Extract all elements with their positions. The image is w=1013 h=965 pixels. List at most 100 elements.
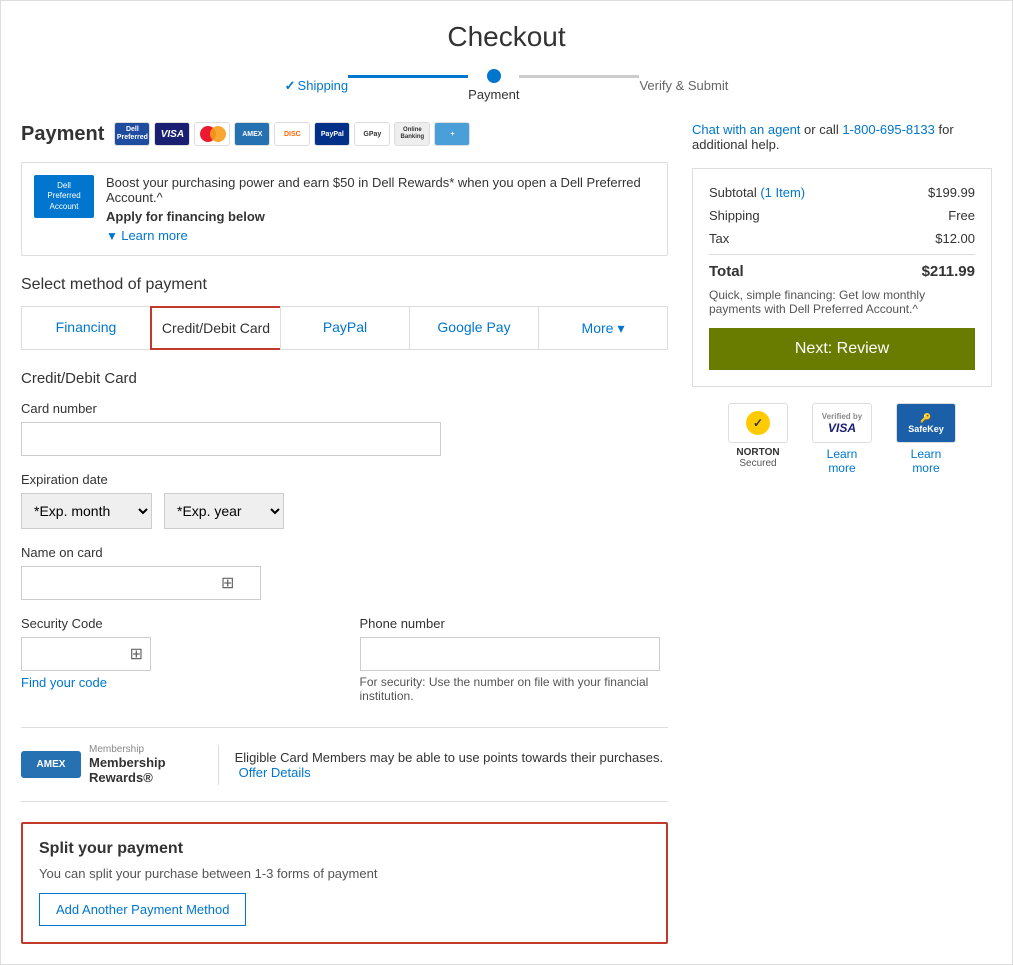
total-label: Total (709, 263, 744, 280)
split-payment-description: You can split your purchase between 1-3 … (39, 866, 650, 881)
step-shipping-label: Shipping (298, 78, 349, 93)
card-number-input[interactable] (21, 422, 441, 456)
safekey-icon: 🔑 SafeKey (896, 403, 956, 443)
tax-label: Tax (709, 231, 729, 246)
split-payment-title: Split your payment (39, 840, 650, 858)
tab-paypal[interactable]: PayPal (280, 306, 409, 350)
dell-card-icon: DellPreferred (114, 122, 150, 146)
shipping-check-icon: ✓ (285, 78, 296, 94)
tab-credit-label: Credit/Debit Card (162, 320, 270, 336)
exp-month-select[interactable]: *Exp. month (21, 493, 152, 529)
norton-label: NORTON (736, 447, 779, 458)
shipping-label: Shipping (709, 208, 760, 223)
dell-learn-more-link[interactable]: Learn more (121, 228, 187, 243)
step-verify: Verify & Submit (639, 78, 728, 93)
visa-badge: Verified by VISA Learnmore (812, 403, 872, 475)
amex-card-icon: AMEX (234, 122, 270, 146)
mc-card-icon (194, 122, 230, 146)
left-column: Payment DellPreferred VISA AMEX DISC Pay… (21, 122, 668, 944)
split-payment-section: Split your payment You can split your pu… (21, 822, 668, 944)
chevron-down-icon: ▾ (617, 320, 624, 337)
dell-promo-main-text: Boost your purchasing power and earn $50… (106, 175, 655, 205)
select-payment-title: Select method of payment (21, 276, 668, 294)
tab-more-label: More (582, 320, 614, 336)
tab-credit-debit[interactable]: Credit/Debit Card (150, 306, 280, 350)
checkout-steps: ✓ Shipping Payment Verify & Submit (21, 69, 992, 102)
trust-badges: ✓ NORTON Secured Verified by VISA Learnm… (692, 403, 992, 475)
form-section-label: Credit/Debit Card (21, 370, 668, 387)
dell-apply-text: Apply for financing below (106, 209, 265, 224)
name-on-card-group: Name on card ⊞ (21, 545, 668, 600)
visa-verified-icon: Verified by VISA (812, 403, 872, 443)
step-verify-label: Verify & Submit (639, 78, 728, 93)
more-cards-icon: + (434, 122, 470, 146)
step-connector-2 (519, 75, 639, 78)
date-row: *Exp. month *Exp. year (21, 493, 668, 529)
find-code-link[interactable]: Find your code (21, 675, 330, 690)
amex-logo: AMEX (21, 751, 81, 778)
name-on-card-label: Name on card (21, 545, 668, 560)
add-payment-method-button[interactable]: Add Another Payment Method (39, 893, 246, 926)
step-payment: Payment (468, 69, 519, 102)
dell-learn-more-toggle: ▼ (106, 229, 121, 243)
tab-more[interactable]: More ▾ (538, 306, 668, 350)
card-number-label: Card number (21, 401, 668, 416)
amex-membership-logo: AMEX Membership Membership Rewards® (21, 744, 202, 785)
next-review-button[interactable]: Next: Review (709, 328, 975, 370)
credit-debit-form: Credit/Debit Card Card number Expiration… (21, 370, 668, 703)
accepted-cards-icons: DellPreferred VISA AMEX DISC PayPal GPay… (114, 122, 470, 146)
step-connector-1 (348, 75, 468, 78)
safekey-learn-more-link[interactable]: Learnmore (911, 447, 942, 475)
chat-agent-link[interactable]: Chat with an agent (692, 122, 800, 137)
support-text: Chat with an agent or call 1-800-695-813… (692, 122, 992, 152)
visa-learn-more-link[interactable]: Learnmore (827, 447, 858, 475)
paypal-card-icon: PayPal (314, 122, 350, 146)
payment-section-title: Payment (21, 123, 104, 146)
phone-note: For security: Use the number on file wit… (360, 675, 669, 703)
gpay-card-icon: GPay (354, 122, 390, 146)
membership-rewards-label: Membership Rewards® (89, 755, 202, 785)
security-label: Security Code (21, 616, 330, 631)
payment-dot (487, 69, 501, 83)
tab-googlepay-label: Google Pay (437, 319, 510, 335)
visa-card-icon: VISA (154, 122, 190, 146)
dell-promo-text: Boost your purchasing power and earn $50… (106, 175, 655, 243)
tab-financing[interactable]: Financing (21, 306, 150, 350)
online-banking-icon: Online Banking (394, 122, 430, 146)
step-shipping: ✓ Shipping (285, 78, 349, 94)
items-link[interactable]: (1 Item) (760, 185, 805, 200)
norton-badge: ✓ NORTON Secured (728, 403, 788, 469)
phone-label: Phone number (360, 616, 669, 631)
order-summary: Subtotal (1 Item) $199.99 Shipping Free … (692, 168, 992, 387)
expiration-group: Expiration date *Exp. month *Exp. year (21, 472, 668, 529)
security-phone-row: Security Code ⊞ Find your code Phone num… (21, 616, 668, 703)
offer-details-link[interactable]: Offer Details (239, 765, 311, 780)
exp-year-select[interactable]: *Exp. year (164, 493, 284, 529)
tab-financing-label: Financing (56, 319, 117, 335)
tax-row: Tax $12.00 (709, 231, 975, 246)
phone-input[interactable] (360, 637, 660, 671)
tab-paypal-label: PayPal (323, 319, 367, 335)
payment-header: Payment DellPreferred VISA AMEX DISC Pay… (21, 122, 668, 146)
security-card-icon: ⊞ (130, 644, 143, 664)
financing-note: Quick, simple financing: Get low monthly… (709, 288, 975, 316)
membership-section: AMEX Membership Membership Rewards® Elig… (21, 727, 668, 802)
subtotal-row: Subtotal (1 Item) $199.99 (709, 185, 975, 200)
total-row: Total $211.99 (709, 254, 975, 280)
security-group: Security Code ⊞ Find your code (21, 616, 330, 703)
membership-text: Eligible Card Members may be able to use… (235, 750, 668, 780)
tab-googlepay[interactable]: Google Pay (409, 306, 538, 350)
support-phone-link[interactable]: 1-800-695-8133 (842, 122, 935, 137)
shipping-row: Shipping Free (709, 208, 975, 223)
dell-preferred-logo: Dell Preferred Account (34, 175, 94, 218)
step-payment-label: Payment (468, 87, 519, 102)
name-card-icon: ⊞ (221, 573, 234, 593)
page-title: Checkout (21, 21, 992, 53)
expiration-label: Expiration date (21, 472, 668, 487)
tax-value: $12.00 (935, 231, 975, 246)
norton-icon: ✓ (728, 403, 788, 443)
right-column: Chat with an agent or call 1-800-695-813… (692, 122, 992, 944)
total-value: $211.99 (922, 263, 975, 280)
security-input-wrapper: ⊞ (21, 637, 151, 671)
phone-group: Phone number For security: Use the numbe… (360, 616, 669, 703)
